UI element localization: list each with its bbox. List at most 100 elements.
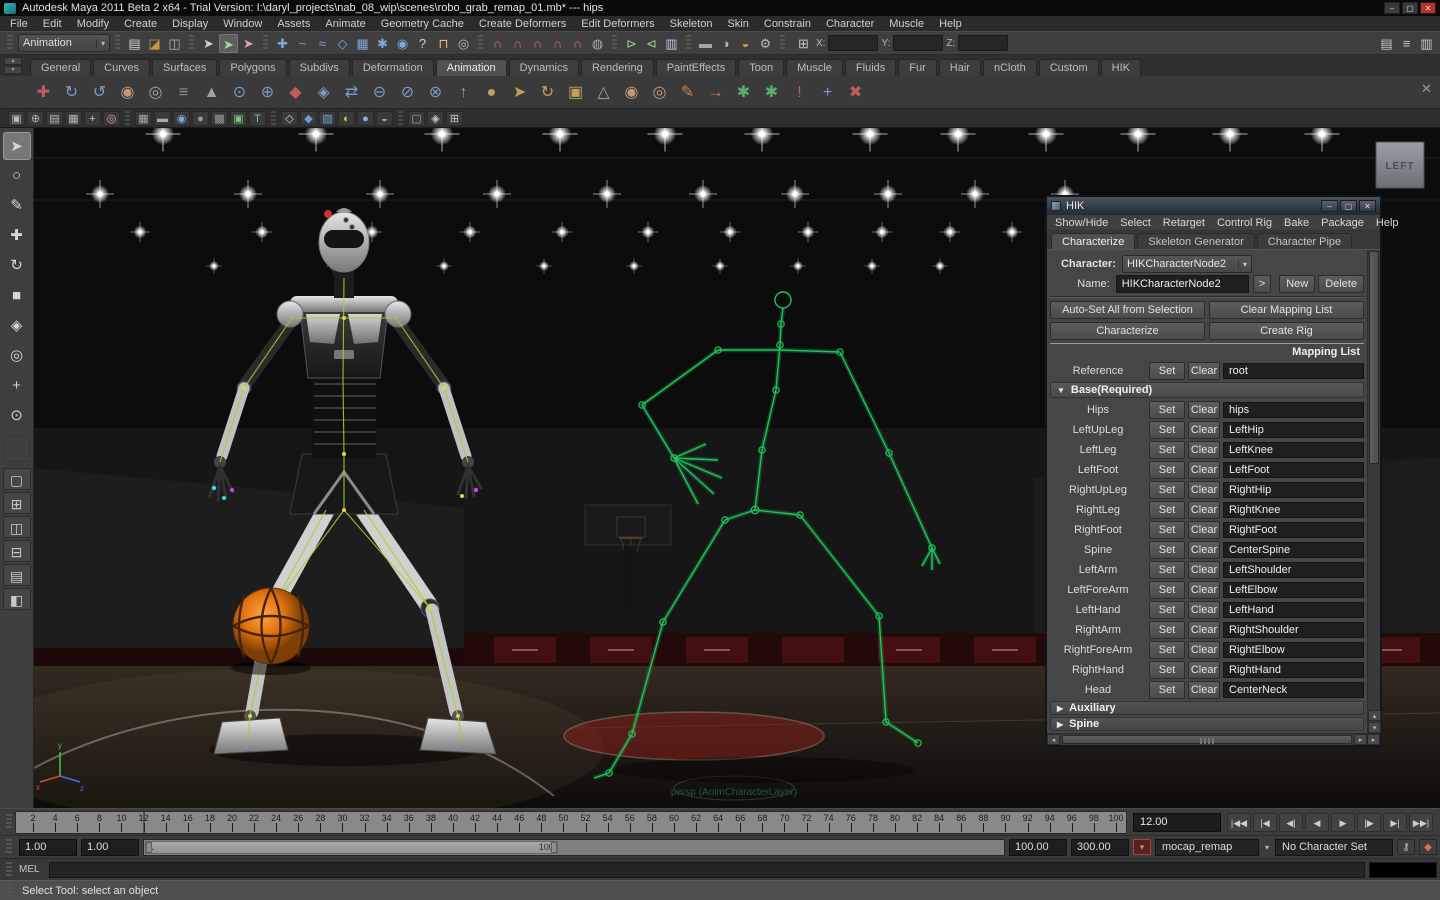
clear-button[interactable]: Clear bbox=[1188, 680, 1220, 699]
set-key-icon[interactable]: ✚ bbox=[30, 79, 57, 106]
current-time-marker[interactable] bbox=[143, 811, 146, 833]
universal-manipulator-icon[interactable]: ◈ bbox=[3, 312, 31, 340]
clear-mapping-list-button[interactable]: Clear Mapping List bbox=[1209, 301, 1364, 319]
paint-skin-weights-icon[interactable]: ✎ bbox=[674, 79, 701, 106]
hik-tab[interactable]: Skeleton Generator bbox=[1137, 233, 1255, 249]
name-input[interactable]: HIKCharacterNode2 bbox=[1115, 275, 1249, 293]
clear-button[interactable]: Clear bbox=[1188, 500, 1220, 519]
scroll-right-icon[interactable]: ▸ bbox=[1354, 734, 1367, 745]
z-input[interactable] bbox=[958, 35, 1009, 51]
range-start-handle[interactable] bbox=[146, 841, 152, 853]
step-forward-key-button[interactable]: |▶ bbox=[1357, 812, 1381, 832]
default-material-icon[interactable]: ● bbox=[357, 110, 374, 126]
delete-character-button[interactable]: Delete bbox=[1318, 275, 1364, 293]
mask-deformations-icon[interactable]: ▦ bbox=[353, 34, 372, 53]
shelf-tab[interactable]: Deformation bbox=[351, 59, 434, 76]
mask-handles-icon[interactable]: ~ bbox=[293, 34, 312, 53]
wireframe-display-icon[interactable]: ◇ bbox=[281, 110, 298, 126]
mask-curves-icon[interactable]: ≈ bbox=[313, 34, 332, 53]
pole-vector-icon[interactable]: △ bbox=[590, 79, 617, 106]
scale-tool-icon[interactable]: ■ bbox=[3, 282, 31, 310]
hik-menu-item[interactable]: Retarget bbox=[1163, 217, 1205, 229]
characterize-button[interactable]: Characterize bbox=[1050, 322, 1205, 340]
shelf-tab[interactable]: Fur bbox=[898, 59, 937, 76]
playback-start-field[interactable]: 1.00 bbox=[81, 838, 139, 856]
mapping-value-field[interactable]: root bbox=[1223, 362, 1364, 379]
hypershade-layout-button[interactable]: ◧ bbox=[2, 588, 31, 610]
camera-axis-icon[interactable]: + bbox=[84, 110, 101, 126]
shelf-tab[interactable]: nCloth bbox=[982, 59, 1037, 76]
snap-to-point-icon[interactable]: ∩ bbox=[528, 34, 547, 53]
hik-menu-item[interactable]: Select bbox=[1120, 217, 1151, 229]
gate-mask-icon[interactable]: ● bbox=[192, 110, 209, 126]
scroll-up-icon[interactable]: ▴ bbox=[1368, 710, 1381, 721]
play-backward-button[interactable]: ◀ bbox=[1305, 812, 1329, 832]
make-live-icon[interactable]: ◍ bbox=[588, 34, 607, 53]
clear-button[interactable]: Clear bbox=[1188, 420, 1220, 439]
shelf-tab[interactable]: Muscle bbox=[786, 59, 843, 76]
minimize-window-button[interactable]: – bbox=[1384, 2, 1400, 14]
y-input[interactable] bbox=[893, 35, 944, 51]
mapping-value-field[interactable]: hips bbox=[1223, 401, 1364, 418]
remove-joint-icon[interactable]: ⊖ bbox=[366, 79, 393, 106]
safe-action-icon[interactable]: ▣ bbox=[230, 110, 247, 126]
range-slider-track[interactable]: 1 100 bbox=[143, 838, 1005, 856]
mask-misc-icon[interactable]: ? bbox=[413, 34, 432, 53]
wireframe-on-shaded-icon[interactable]: ◈ bbox=[427, 110, 444, 126]
mel-label[interactable]: MEL bbox=[19, 864, 45, 875]
menu-item[interactable]: Skin bbox=[727, 18, 748, 30]
rotate-joint-icon[interactable]: ↻ bbox=[58, 79, 85, 106]
mapping-value-field[interactable]: LeftShoulder bbox=[1223, 561, 1364, 578]
clear-button[interactable]: Clear bbox=[1188, 480, 1220, 499]
set-button[interactable]: Set bbox=[1149, 420, 1185, 439]
shelf-tab[interactable]: Fluids bbox=[844, 59, 897, 76]
set-button[interactable]: Set bbox=[1149, 560, 1185, 579]
mapping-value-field[interactable]: RightKnee bbox=[1223, 501, 1364, 518]
menu-item[interactable]: Muscle bbox=[889, 18, 924, 30]
play-forward-button[interactable]: ▶ bbox=[1331, 812, 1355, 832]
time-slider-grip[interactable] bbox=[6, 814, 12, 830]
hik-menu-item[interactable]: Control Rig bbox=[1217, 217, 1272, 229]
select-by-object-icon[interactable]: ➤ bbox=[219, 33, 238, 53]
playback-end-field[interactable]: 100.00 bbox=[1008, 838, 1067, 856]
mapping-value-field[interactable]: LeftKnee bbox=[1223, 441, 1364, 458]
base-required-section[interactable]: ▼ Base(Required) bbox=[1050, 382, 1364, 398]
set-button[interactable]: Set bbox=[1149, 540, 1185, 559]
highlight-selection-icon[interactable]: ◎ bbox=[454, 34, 473, 53]
clear-button[interactable]: Clear bbox=[1188, 600, 1220, 619]
ik-spline-handle-icon[interactable]: ◈ bbox=[310, 79, 337, 106]
snap-to-view-plane-icon[interactable]: ∩ bbox=[568, 34, 587, 53]
film-gate-icon[interactable]: ▬ bbox=[154, 110, 171, 126]
move-tool-icon[interactable]: ✚ bbox=[3, 222, 31, 250]
mel-result-field[interactable] bbox=[1369, 861, 1437, 878]
set-button[interactable]: Set bbox=[1149, 600, 1185, 619]
shelf-tab[interactable]: Toon bbox=[738, 59, 785, 76]
menu-item[interactable]: Geometry Cache bbox=[381, 18, 464, 30]
shelf-tab[interactable]: Hair bbox=[938, 59, 981, 76]
camera-bookmarks-icon[interactable]: ▤ bbox=[46, 110, 63, 126]
soft-modification-tool-icon[interactable]: ◎ bbox=[3, 342, 31, 370]
lasso-tool-icon[interactable]: ○ bbox=[3, 162, 31, 190]
hik-horizontal-scrollbar[interactable]: ◂ ▸ ▸ bbox=[1047, 733, 1380, 745]
mask-all-icon[interactable]: ✚ bbox=[273, 34, 292, 53]
menu-item[interactable]: Constrain bbox=[764, 18, 811, 30]
channel-box-toggle-icon[interactable]: ▥ bbox=[1417, 34, 1436, 53]
clear-button[interactable]: Clear bbox=[1188, 361, 1220, 380]
separator[interactable] bbox=[271, 110, 276, 126]
clear-button[interactable]: Clear bbox=[1188, 520, 1220, 539]
hik-menu-item[interactable]: Bake bbox=[1284, 217, 1309, 229]
shaded-display-icon[interactable]: ◆ bbox=[300, 110, 317, 126]
clear-button[interactable]: Clear bbox=[1188, 560, 1220, 579]
clear-button[interactable]: Clear bbox=[1188, 400, 1220, 419]
grid-toggle-icon[interactable]: ▦ bbox=[135, 110, 152, 126]
skeleton-figure-icon[interactable]: ◎ bbox=[142, 79, 169, 106]
clear-button[interactable]: Clear bbox=[1188, 460, 1220, 479]
set-button[interactable]: Set bbox=[1149, 440, 1185, 459]
menu-item[interactable]: Help bbox=[939, 18, 962, 30]
scroll-down-icon[interactable]: ▾ bbox=[1368, 722, 1381, 733]
shelf-tab-menu-button[interactable]: ▴ bbox=[4, 57, 22, 65]
mask-dynamics-icon[interactable]: ✱ bbox=[373, 34, 392, 53]
set-button[interactable]: Set bbox=[1149, 620, 1185, 639]
pan-zoom-icon[interactable]: ⊕ bbox=[27, 110, 44, 126]
menu-item[interactable]: Edit bbox=[43, 18, 62, 30]
